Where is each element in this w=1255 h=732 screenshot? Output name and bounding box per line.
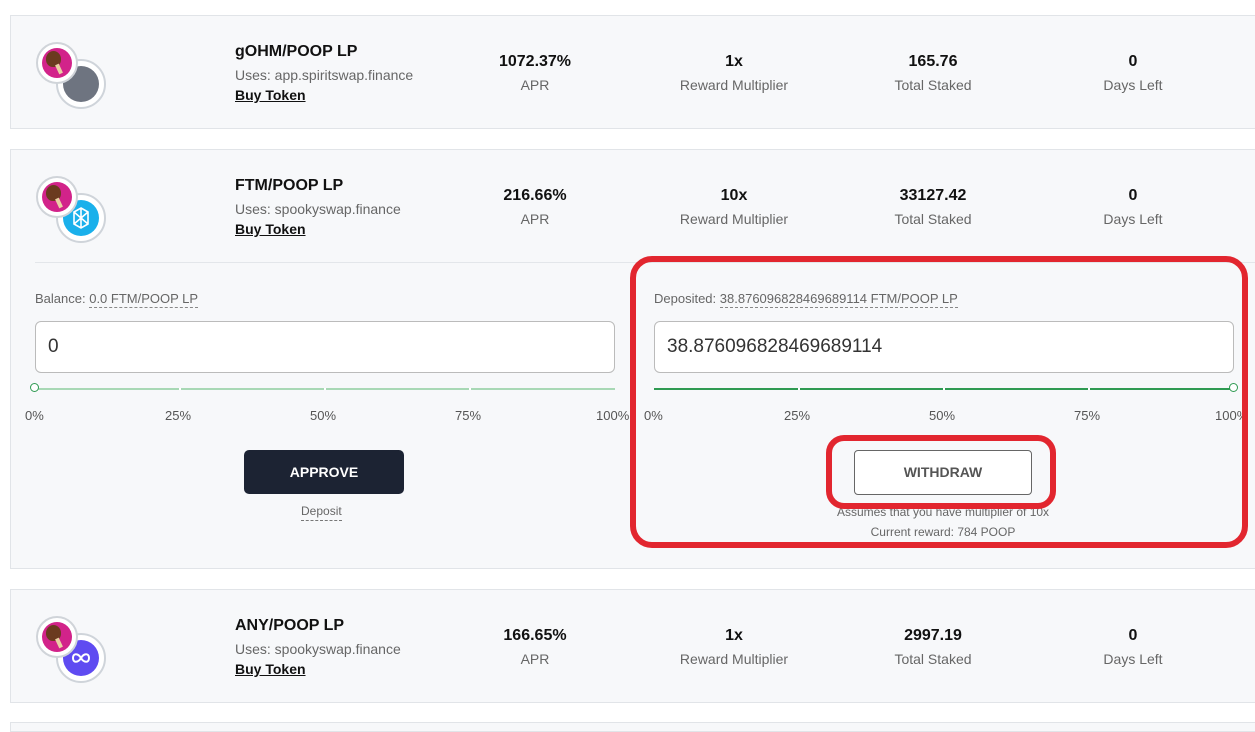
tick-label[interactable]: 75%: [455, 408, 481, 423]
days-left-label: Days Left: [1103, 651, 1163, 667]
tick-label[interactable]: 0%: [25, 408, 44, 423]
pair-logos: [36, 616, 108, 686]
farm-uses: Uses: spookyswap.finance: [235, 641, 401, 657]
multiplier-stat: 10x Reward Multiplier: [634, 187, 834, 227]
buy-token-link[interactable]: Buy Token: [235, 661, 306, 677]
days-left-stat: 0 Days Left: [1033, 53, 1233, 93]
total-staked-stat: 2997.19 Total Staked: [833, 627, 1033, 667]
farm-card-gohm: gOHM/POOP LP Uses: app.spiritswap.financ…: [10, 15, 1255, 129]
days-left-stat: 0 Days Left: [1033, 187, 1233, 227]
multiplier-value: 1x: [725, 53, 743, 70]
apr-label: APR: [520, 651, 550, 667]
total-staked-stat: 165.76 Total Staked: [833, 53, 1033, 93]
total-staked-label: Total Staked: [894, 651, 972, 667]
multiplier-label: Reward Multiplier: [679, 77, 789, 93]
multiplier-label: Reward Multiplier: [679, 211, 789, 227]
days-left-label: Days Left: [1103, 211, 1163, 227]
total-staked-stat: 33127.42 Total Staked: [833, 187, 1033, 227]
slider-handle[interactable]: [30, 383, 39, 392]
farm-name: FTM/POOP LP: [235, 177, 344, 194]
farm-header[interactable]: gOHM/POOP LP Uses: app.spiritswap.financ…: [11, 16, 1255, 128]
slider-tick: [179, 388, 181, 390]
days-left-value: 0: [1128, 187, 1138, 204]
total-staked-label: Total Staked: [894, 211, 972, 227]
farm-card-ftm: FTM/POOP LP Uses: spookyswap.finance Buy…: [10, 149, 1255, 569]
total-staked-label: Total Staked: [894, 77, 972, 93]
farm-uses: Uses: app.spiritswap.finance: [235, 67, 414, 83]
buy-token-link[interactable]: Buy Token: [235, 87, 306, 103]
farm-header[interactable]: FTM/POOP LP Uses: spookyswap.finance Buy…: [11, 150, 1255, 262]
apr-value: 1072.37%: [498, 53, 572, 70]
total-staked-value: 33127.42: [899, 187, 967, 204]
total-staked-value: 2997.19: [904, 627, 962, 644]
poop-token-icon: [36, 42, 78, 84]
apr-stat: 216.66% APR: [435, 187, 635, 227]
apr-label: APR: [520, 211, 550, 227]
buy-token-link[interactable]: Buy Token: [235, 221, 306, 237]
days-left-stat: 0 Days Left: [1033, 627, 1233, 667]
multiplier-value: 10x: [720, 187, 748, 204]
apr-value: 166.65%: [503, 627, 567, 644]
balance-value[interactable]: 0.0 FTM/POOP LP: [89, 291, 199, 308]
farm-uses: Uses: spookyswap.finance: [235, 201, 401, 217]
multiplier-value: 1x: [725, 627, 743, 644]
apr-stat: 166.65% APR: [435, 627, 635, 667]
highlight-withdraw-button: [826, 435, 1056, 509]
farm-header[interactable]: ANY/POOP LP Uses: spookyswap.finance Buy…: [11, 590, 1255, 702]
deposit-slider[interactable]: [30, 383, 615, 392]
apr-value: 216.66%: [503, 187, 567, 204]
deposit-amount-input[interactable]: 0: [35, 321, 615, 373]
days-left-label: Days Left: [1103, 77, 1163, 93]
approve-button[interactable]: APPROVE: [244, 450, 404, 494]
farm-card-any: ANY/POOP LP Uses: spookyswap.finance Buy…: [10, 589, 1255, 703]
tick-label[interactable]: 100%: [596, 408, 629, 423]
apr-label: APR: [520, 77, 550, 93]
deposit-link[interactable]: Deposit: [301, 504, 342, 521]
tick-label[interactable]: 25%: [165, 408, 191, 423]
balance-label: Balance:: [35, 291, 86, 306]
poop-token-icon: [36, 176, 78, 218]
multiplier-label: Reward Multiplier: [679, 651, 789, 667]
total-staked-value: 165.76: [908, 53, 958, 70]
poop-token-icon: [36, 616, 78, 658]
balance-row: Balance: 0.0 FTM/POOP LP: [35, 291, 199, 308]
pair-logos: [36, 42, 108, 112]
tick-label[interactable]: 50%: [310, 408, 336, 423]
days-left-value: 0: [1128, 53, 1138, 70]
pair-logos: [36, 176, 108, 246]
multiplier-stat: 1x Reward Multiplier: [634, 53, 834, 93]
farm-name: ANY/POOP LP: [235, 617, 345, 634]
multiplier-stat: 1x Reward Multiplier: [634, 627, 834, 667]
slider-tick: [469, 388, 471, 390]
farm-name: gOHM/POOP LP: [235, 43, 358, 60]
days-left-value: 0: [1128, 627, 1138, 644]
apr-stat: 1072.37% APR: [435, 53, 635, 93]
slider-tick: [324, 388, 326, 390]
